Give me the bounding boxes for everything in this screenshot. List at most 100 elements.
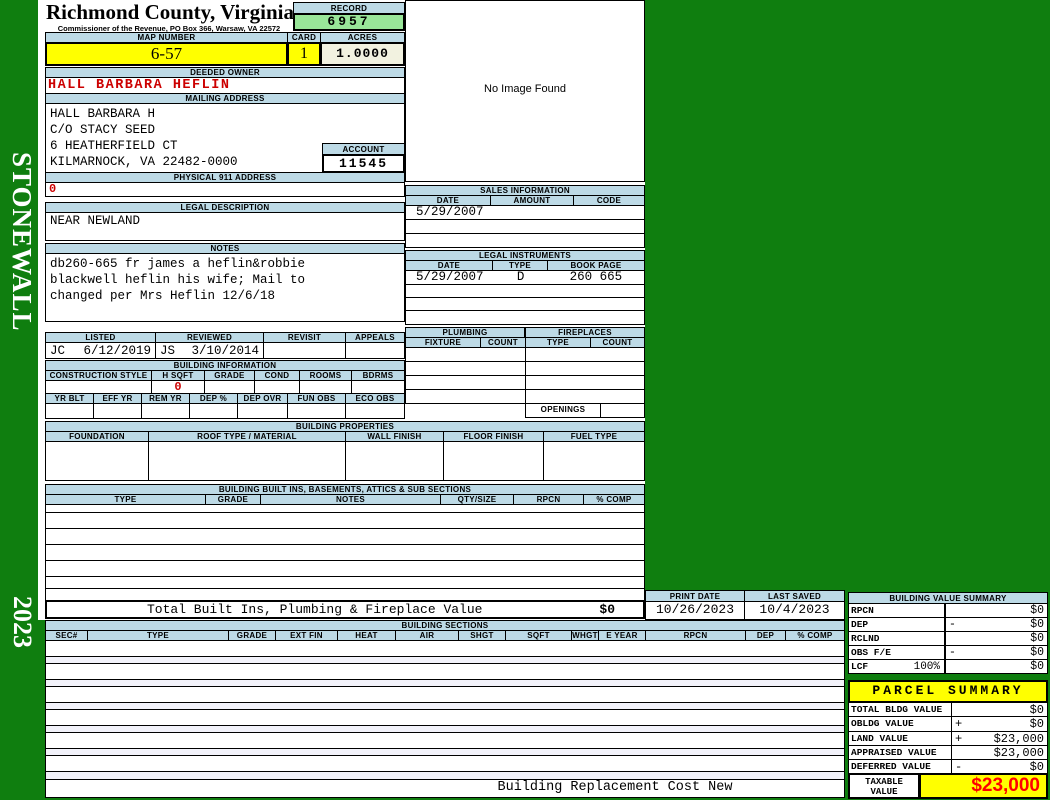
sales-date-value: 5/29/2007 [416, 205, 484, 219]
bvs-lcf-value: $0 [944, 659, 1048, 674]
wall-finish-value [345, 441, 444, 481]
dep-ovr-value [237, 403, 288, 419]
openings-label: OPENINGS [525, 403, 601, 418]
notes-value: db260-665 fr james a heflin&robbie black… [45, 253, 405, 322]
ps-value: $0 [1029, 717, 1044, 731]
li-bookpage-value: 260 665 [569, 270, 623, 284]
ps-op: - [955, 759, 963, 774]
building-section-row [45, 640, 845, 657]
fun-obs-value [287, 403, 346, 419]
built-ins-row [45, 544, 645, 561]
no-image-text: No Image Found [484, 83, 566, 95]
ps-value: $0 [1029, 702, 1044, 717]
building-sections-footer: Building Replacement Cost New [45, 779, 845, 798]
plumbing-row [405, 389, 526, 404]
bvs-lcf-percent: 100% [913, 660, 940, 673]
legal-instrument-row [405, 297, 645, 311]
bvs-obs-label: OBS F/E [848, 645, 945, 660]
built-ins-total-row: Total Built Ins, Plumbing & Fireplace Va… [45, 600, 645, 619]
reviewed-value: JS 3/10/2014 [155, 342, 264, 359]
bvs-rpcn-value: $0 [944, 603, 1048, 618]
sidebar-district-label: STONEWALL [7, 152, 37, 332]
fireplace-row [525, 375, 645, 390]
ps-value: $23,000 [993, 745, 1044, 760]
reviewed-by: JS [160, 343, 176, 358]
ps-deferred-label: DEFERRED VALUE [848, 759, 952, 774]
bvs-value: $0 [1030, 632, 1044, 645]
bvs-rclnd-label: RCLND [848, 631, 945, 646]
bvs-rpcn-label: RPCN [848, 603, 945, 618]
card-value: 1 [287, 42, 321, 66]
rooms-value [299, 380, 352, 394]
fireplace-row [525, 347, 645, 362]
fireplace-row [525, 389, 645, 404]
bvs-lcf-label: LCF 100% [848, 659, 945, 674]
notes-line: changed per Mrs Heflin 12/6/18 [50, 289, 276, 303]
openings-value [600, 403, 645, 418]
listed-date: 6/12/2019 [83, 343, 151, 358]
fuel-type-value [543, 441, 645, 481]
built-ins-row [45, 560, 645, 577]
bvs-rclnd-value: $0 [944, 631, 1048, 646]
dep-pct-value [189, 403, 238, 419]
acres-value: 1.0000 [320, 42, 405, 66]
bvs-value: $0 [1030, 618, 1044, 631]
sales-row [405, 233, 645, 248]
bvs-value: $0 [1030, 604, 1044, 617]
bvs-value: $0 [1030, 660, 1044, 673]
building-section-row [45, 709, 845, 726]
last-saved-value: 10/4/2023 [744, 601, 845, 620]
sidebar-year-label: 2023 [8, 596, 37, 648]
eco-obs-value [345, 403, 405, 419]
plumbing-row [405, 347, 526, 362]
fireplace-row [525, 361, 645, 376]
ps-value: $23,000 [993, 731, 1044, 746]
notes-line: blackwell heflin his wife; Mail to [50, 273, 306, 287]
built-ins-row [45, 528, 645, 545]
map-number-value: 6-57 [45, 42, 288, 66]
foundation-value [45, 441, 149, 481]
built-ins-total-value: $0 [599, 602, 615, 617]
h-sqft-value: 0 [151, 380, 205, 394]
sales-row [405, 219, 645, 234]
construction-style-value [45, 380, 152, 394]
ps-appraised-value: $23,000 [951, 745, 1048, 760]
mailing-line: C/O STACY SEED [50, 123, 156, 137]
ps-op: + [955, 717, 963, 731]
building-replacement-cost-label: Building Replacement Cost New [497, 780, 733, 795]
building-section-row [45, 732, 845, 749]
ps-deferred-value: - $0 [951, 759, 1048, 774]
plumbing-row [405, 361, 526, 376]
ps-appraised-label: APPRAISED VALUE [848, 745, 952, 760]
li-date-value: 5/29/2007 [416, 270, 484, 284]
legal-description-value: NEAR NEWLAND [45, 212, 405, 241]
notes-line: db260-665 fr james a heflin&robbie [50, 257, 306, 271]
revisit-value [263, 342, 346, 359]
building-section-row [45, 686, 845, 703]
bvs-dep-label: DEP [848, 617, 945, 632]
appeals-value [345, 342, 405, 359]
reviewed-date: 3/10/2014 [191, 343, 259, 358]
li-type-value: D [516, 270, 525, 284]
floor-finish-value [443, 441, 544, 481]
ps-total-bldg-label: TOTAL BLDG VALUE [848, 702, 952, 717]
ps-total-bldg-value: $0 [951, 702, 1048, 717]
bvs-op: - [949, 646, 956, 659]
sales-row: 5/29/2007 [405, 205, 645, 220]
ps-land-value: + $23,000 [951, 731, 1048, 746]
cond-value [254, 380, 300, 394]
building-section-row [45, 663, 845, 680]
legal-instrument-row [405, 284, 645, 298]
taxable-value-amount: $23,000 [919, 773, 1048, 799]
legal-instrument-row [405, 310, 645, 325]
ps-op: + [955, 731, 963, 746]
account-value: 11545 [322, 154, 405, 173]
page-title: Richmond County, Virginia [46, 0, 294, 24]
ps-obldg-value: + $0 [951, 716, 1048, 732]
bvs-value: $0 [1030, 646, 1044, 659]
legal-instrument-row: 5/29/2007 D 260 665 [405, 270, 645, 285]
listed-by: JC [50, 343, 66, 358]
plumbing-row [405, 375, 526, 390]
property-image-panel: No Image Found [405, 0, 645, 182]
building-section-row [45, 755, 845, 772]
